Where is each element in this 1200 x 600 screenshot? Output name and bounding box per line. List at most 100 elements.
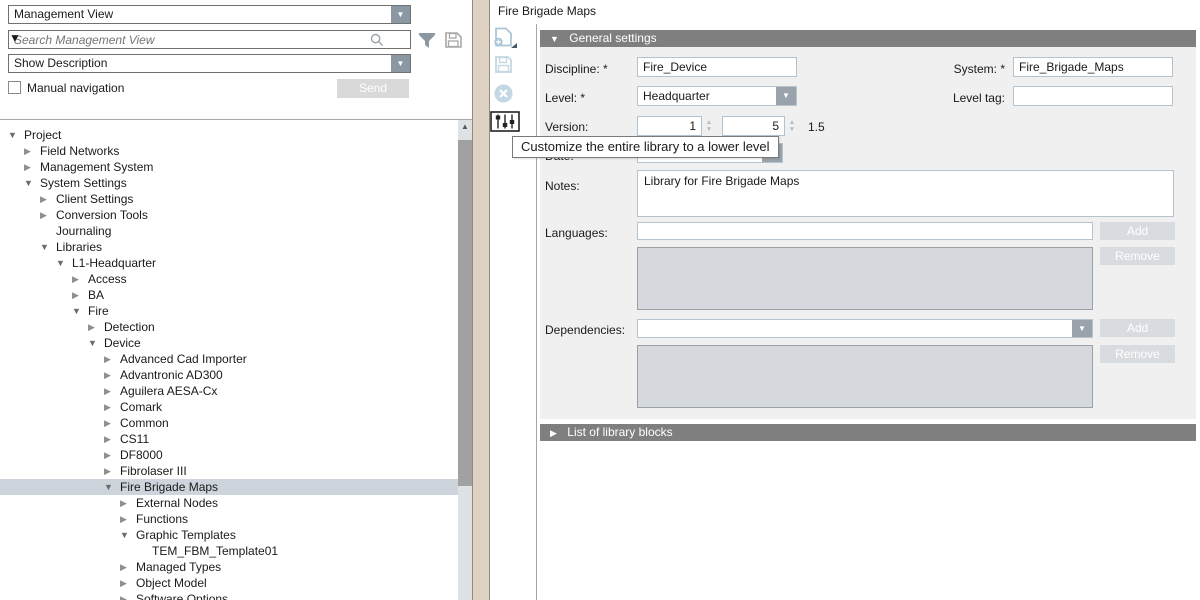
tree-item[interactable]: ▶ Client Settings [0,191,458,207]
save-search-icon[interactable] [444,31,463,49]
tree-expander-icon[interactable]: ▶ [120,514,136,525]
tree-expander-icon[interactable]: ▼ [104,482,120,492]
tree-expander-icon[interactable]: ▶ [120,594,136,600]
tree-item[interactable]: ▶ Common [0,415,458,431]
tree-expander-icon[interactable]: ▶ [104,434,120,445]
tree-expander-icon[interactable]: ▶ [104,354,120,365]
version-major-spin-arrows[interactable]: ▲ ▼ [703,116,715,136]
tree-item[interactable]: ▶ CS11 [0,431,458,447]
tree-item[interactable]: ▶ Software Options [0,591,458,600]
tree-expander-icon[interactable]: ▶ [104,370,120,381]
search-input[interactable] [9,31,364,48]
tree-item[interactable]: ▶ Managed Types [0,559,458,575]
general-settings-header[interactable]: ▼ General settings [540,30,1196,47]
tree-expander-icon[interactable]: ▶ [104,450,120,461]
level-dropdown[interactable]: Headquarter ▼ [637,86,797,106]
version-major-spinner[interactable]: 1 [637,116,702,136]
tree-item[interactable]: ▶ Object Model [0,575,458,591]
system-field[interactable] [1013,57,1173,77]
tree-item[interactable]: ▶ Advantronic AD300 [0,367,458,383]
chevron-down-icon[interactable]: ▼ [776,87,796,105]
spin-up-icon[interactable]: ▲ [703,119,715,126]
tree-item[interactable]: TEM_FBM_Template01 [0,543,458,559]
panel-splitter[interactable] [472,0,490,600]
spin-down-icon[interactable]: ▼ [703,126,715,133]
tree-expander-icon[interactable]: ▼ [72,306,88,316]
scrollbar-thumb[interactable] [458,140,472,486]
tree-expander-icon[interactable]: ▶ [120,578,136,589]
tree-expander-icon[interactable]: ▶ [72,290,88,301]
languages-add-button[interactable]: Add [1100,222,1175,240]
version-minor-spinner[interactable]: 5 [722,116,785,136]
tree-item[interactable]: ▶ Comark [0,399,458,415]
tree-item[interactable]: ▶ DF8000 [0,447,458,463]
level-tag-field[interactable] [1013,86,1173,106]
tree-item[interactable]: ▼ Device [0,335,458,351]
tree-expander-icon[interactable]: ▼ [40,242,56,252]
tree-expander-icon[interactable]: ▶ [40,194,56,205]
tree-item[interactable]: ▶ Functions [0,511,458,527]
collapse-triangle-icon[interactable]: ▼ [550,34,559,44]
tree-expander-icon[interactable]: ▶ [104,402,120,413]
tree-expander-icon[interactable]: ▶ [88,322,104,333]
tree-expander-icon[interactable]: ▶ [72,274,88,285]
dependencies-add-button[interactable]: Add [1100,319,1175,337]
tree-item[interactable]: ▶ Conversion Tools [0,207,458,223]
customize-library-icon[interactable] [490,111,520,132]
languages-remove-button[interactable]: Remove [1100,247,1175,265]
tree-item[interactable]: ▶ Advanced Cad Importer [0,351,458,367]
tree-expander-icon[interactable]: ▶ [24,162,40,173]
tree-item[interactable]: ▶ Field Networks [0,143,458,159]
tree-expander-icon[interactable]: ▶ [104,386,120,397]
search-box[interactable]: ▼ [8,30,411,49]
tree-expander-icon[interactable]: ▼ [88,338,104,348]
management-view-combobox[interactable]: Management View ▼ [8,5,411,24]
tree-expander-icon[interactable]: ▶ [104,418,120,429]
chevron-down-icon[interactable]: ▼ [391,6,410,23]
search-icon[interactable] [370,33,384,47]
tree-expander-icon[interactable]: ▶ [104,466,120,477]
languages-listbox[interactable] [637,247,1093,310]
tree-item[interactable]: ▼ Libraries [0,239,458,255]
tree-expander-icon[interactable]: ▼ [8,130,24,140]
dependencies-listbox[interactable] [637,345,1093,408]
tree-item[interactable]: ▼ Project [0,127,458,143]
tree-expander-icon[interactable]: ▶ [120,562,136,573]
tree-item[interactable]: ▶ Fibrolaser III [0,463,458,479]
tree-expander-icon[interactable]: ▶ [120,498,136,509]
tree-item[interactable]: ▶ Aguilera AESA-Cx [0,383,458,399]
tree-item[interactable]: ▼ L1-Headquarter [0,255,458,271]
expand-triangle-icon[interactable]: ▶ [550,428,557,438]
tree-expander-icon[interactable]: ▶ [40,210,56,221]
tree-expander-icon[interactable]: ▶ [24,146,40,157]
scroll-up-icon[interactable]: ▲ [458,122,472,131]
manual-navigation-checkbox[interactable] [8,81,21,94]
tree-expander-icon[interactable]: ▼ [120,530,136,540]
dependencies-remove-button[interactable]: Remove [1100,345,1175,363]
tree-item[interactable]: ▼ Fire Brigade Maps [0,479,458,495]
spin-up-icon[interactable]: ▲ [786,119,798,126]
tree-expander-icon[interactable]: ▼ [56,258,72,268]
tree-item[interactable]: ▶ Detection [0,319,458,335]
tree-item[interactable]: ▼ System Settings [0,175,458,191]
tree-item[interactable]: ▶ Access [0,271,458,287]
library-blocks-header[interactable]: ▶ List of library blocks [540,424,1196,441]
tree-item[interactable]: ▶ External Nodes [0,495,458,511]
filter-icon[interactable] [417,31,437,49]
tree-scrollbar[interactable]: ▲ [458,120,472,600]
tree-item[interactable]: ▶ BA [0,287,458,303]
chevron-down-icon[interactable]: ▼ [9,31,21,45]
tree-item[interactable]: ▶ Management System [0,159,458,175]
tree-item[interactable]: Journaling [0,223,458,239]
discipline-field[interactable] [637,57,797,77]
spin-down-icon[interactable]: ▼ [786,126,798,133]
languages-input[interactable] [637,222,1093,240]
send-button[interactable]: Send [337,79,409,98]
chevron-down-icon[interactable]: ▼ [391,55,410,72]
import-library-icon[interactable] [492,27,518,49]
notes-field[interactable]: Library for Fire Brigade Maps [637,170,1174,217]
save-icon[interactable] [494,55,513,74]
show-description-combobox[interactable]: Show Description ▼ [8,54,411,73]
tree-expander-icon[interactable]: ▼ [24,178,40,188]
dependencies-dropdown[interactable]: ▼ [637,319,1093,338]
